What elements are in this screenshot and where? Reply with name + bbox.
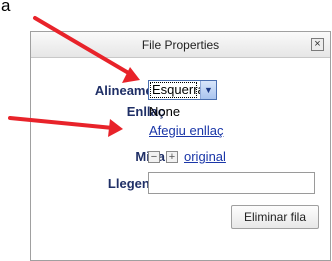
red-arrow-icon [8,116,123,137]
red-arrow-icon [33,16,140,83]
annotation-arrows [8,16,140,137]
